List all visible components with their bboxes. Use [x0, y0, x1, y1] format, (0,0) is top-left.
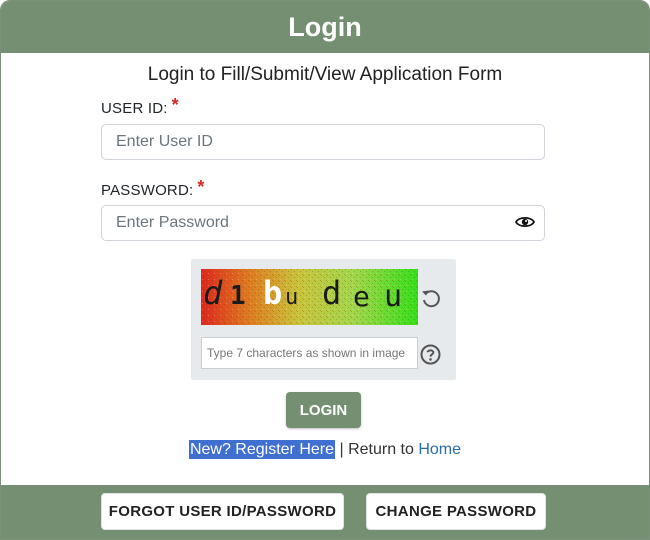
return-text: Return to: [348, 441, 414, 458]
link-separator: |: [339, 441, 344, 458]
user-id-label: USER ID: *: [101, 95, 179, 118]
password-label: PASSWORD: *: [101, 177, 205, 200]
required-mark: *: [197, 177, 205, 197]
captcha-input[interactable]: [201, 337, 418, 369]
header-title: Login: [288, 11, 362, 42]
register-link[interactable]: New? Register Here: [188, 440, 336, 459]
captcha-char: 1: [230, 281, 246, 311]
login-header: Login: [1, 1, 649, 53]
captcha-char: d: [322, 274, 341, 312]
required-mark: *: [171, 95, 179, 115]
register-links: New? Register Here | Return to Home: [1, 440, 649, 459]
login-button[interactable]: LOGIN: [286, 392, 361, 428]
change-password-button[interactable]: CHANGE PASSWORD: [366, 493, 546, 530]
forgot-password-button[interactable]: FORGOT USER ID/PASSWORD: [101, 493, 344, 530]
password-label-text: PASSWORD:: [101, 182, 194, 199]
captcha-char: u: [384, 279, 402, 314]
user-id-label-text: USER ID:: [101, 100, 168, 117]
captcha-image: d 1 b u d e u: [201, 269, 418, 325]
refresh-icon[interactable]: [420, 287, 442, 309]
captcha-panel: d 1 b u d e u: [191, 259, 456, 380]
captcha-char: d: [203, 274, 223, 312]
captcha-char: u: [285, 285, 298, 310]
footer-bar: FORGOT USER ID/PASSWORD CHANGE PASSWORD: [1, 485, 649, 539]
captcha-char: b: [263, 274, 282, 312]
login-card: Login Login to Fill/Submit/View Applicat…: [0, 0, 650, 540]
captcha-char: e: [353, 280, 370, 313]
eye-icon[interactable]: [515, 214, 535, 230]
form-subtitle: Login to Fill/Submit/View Application Fo…: [147, 64, 503, 85]
password-input[interactable]: [101, 205, 545, 241]
user-id-input[interactable]: [101, 124, 545, 160]
home-link[interactable]: Home: [418, 441, 461, 458]
help-icon[interactable]: [420, 344, 441, 365]
